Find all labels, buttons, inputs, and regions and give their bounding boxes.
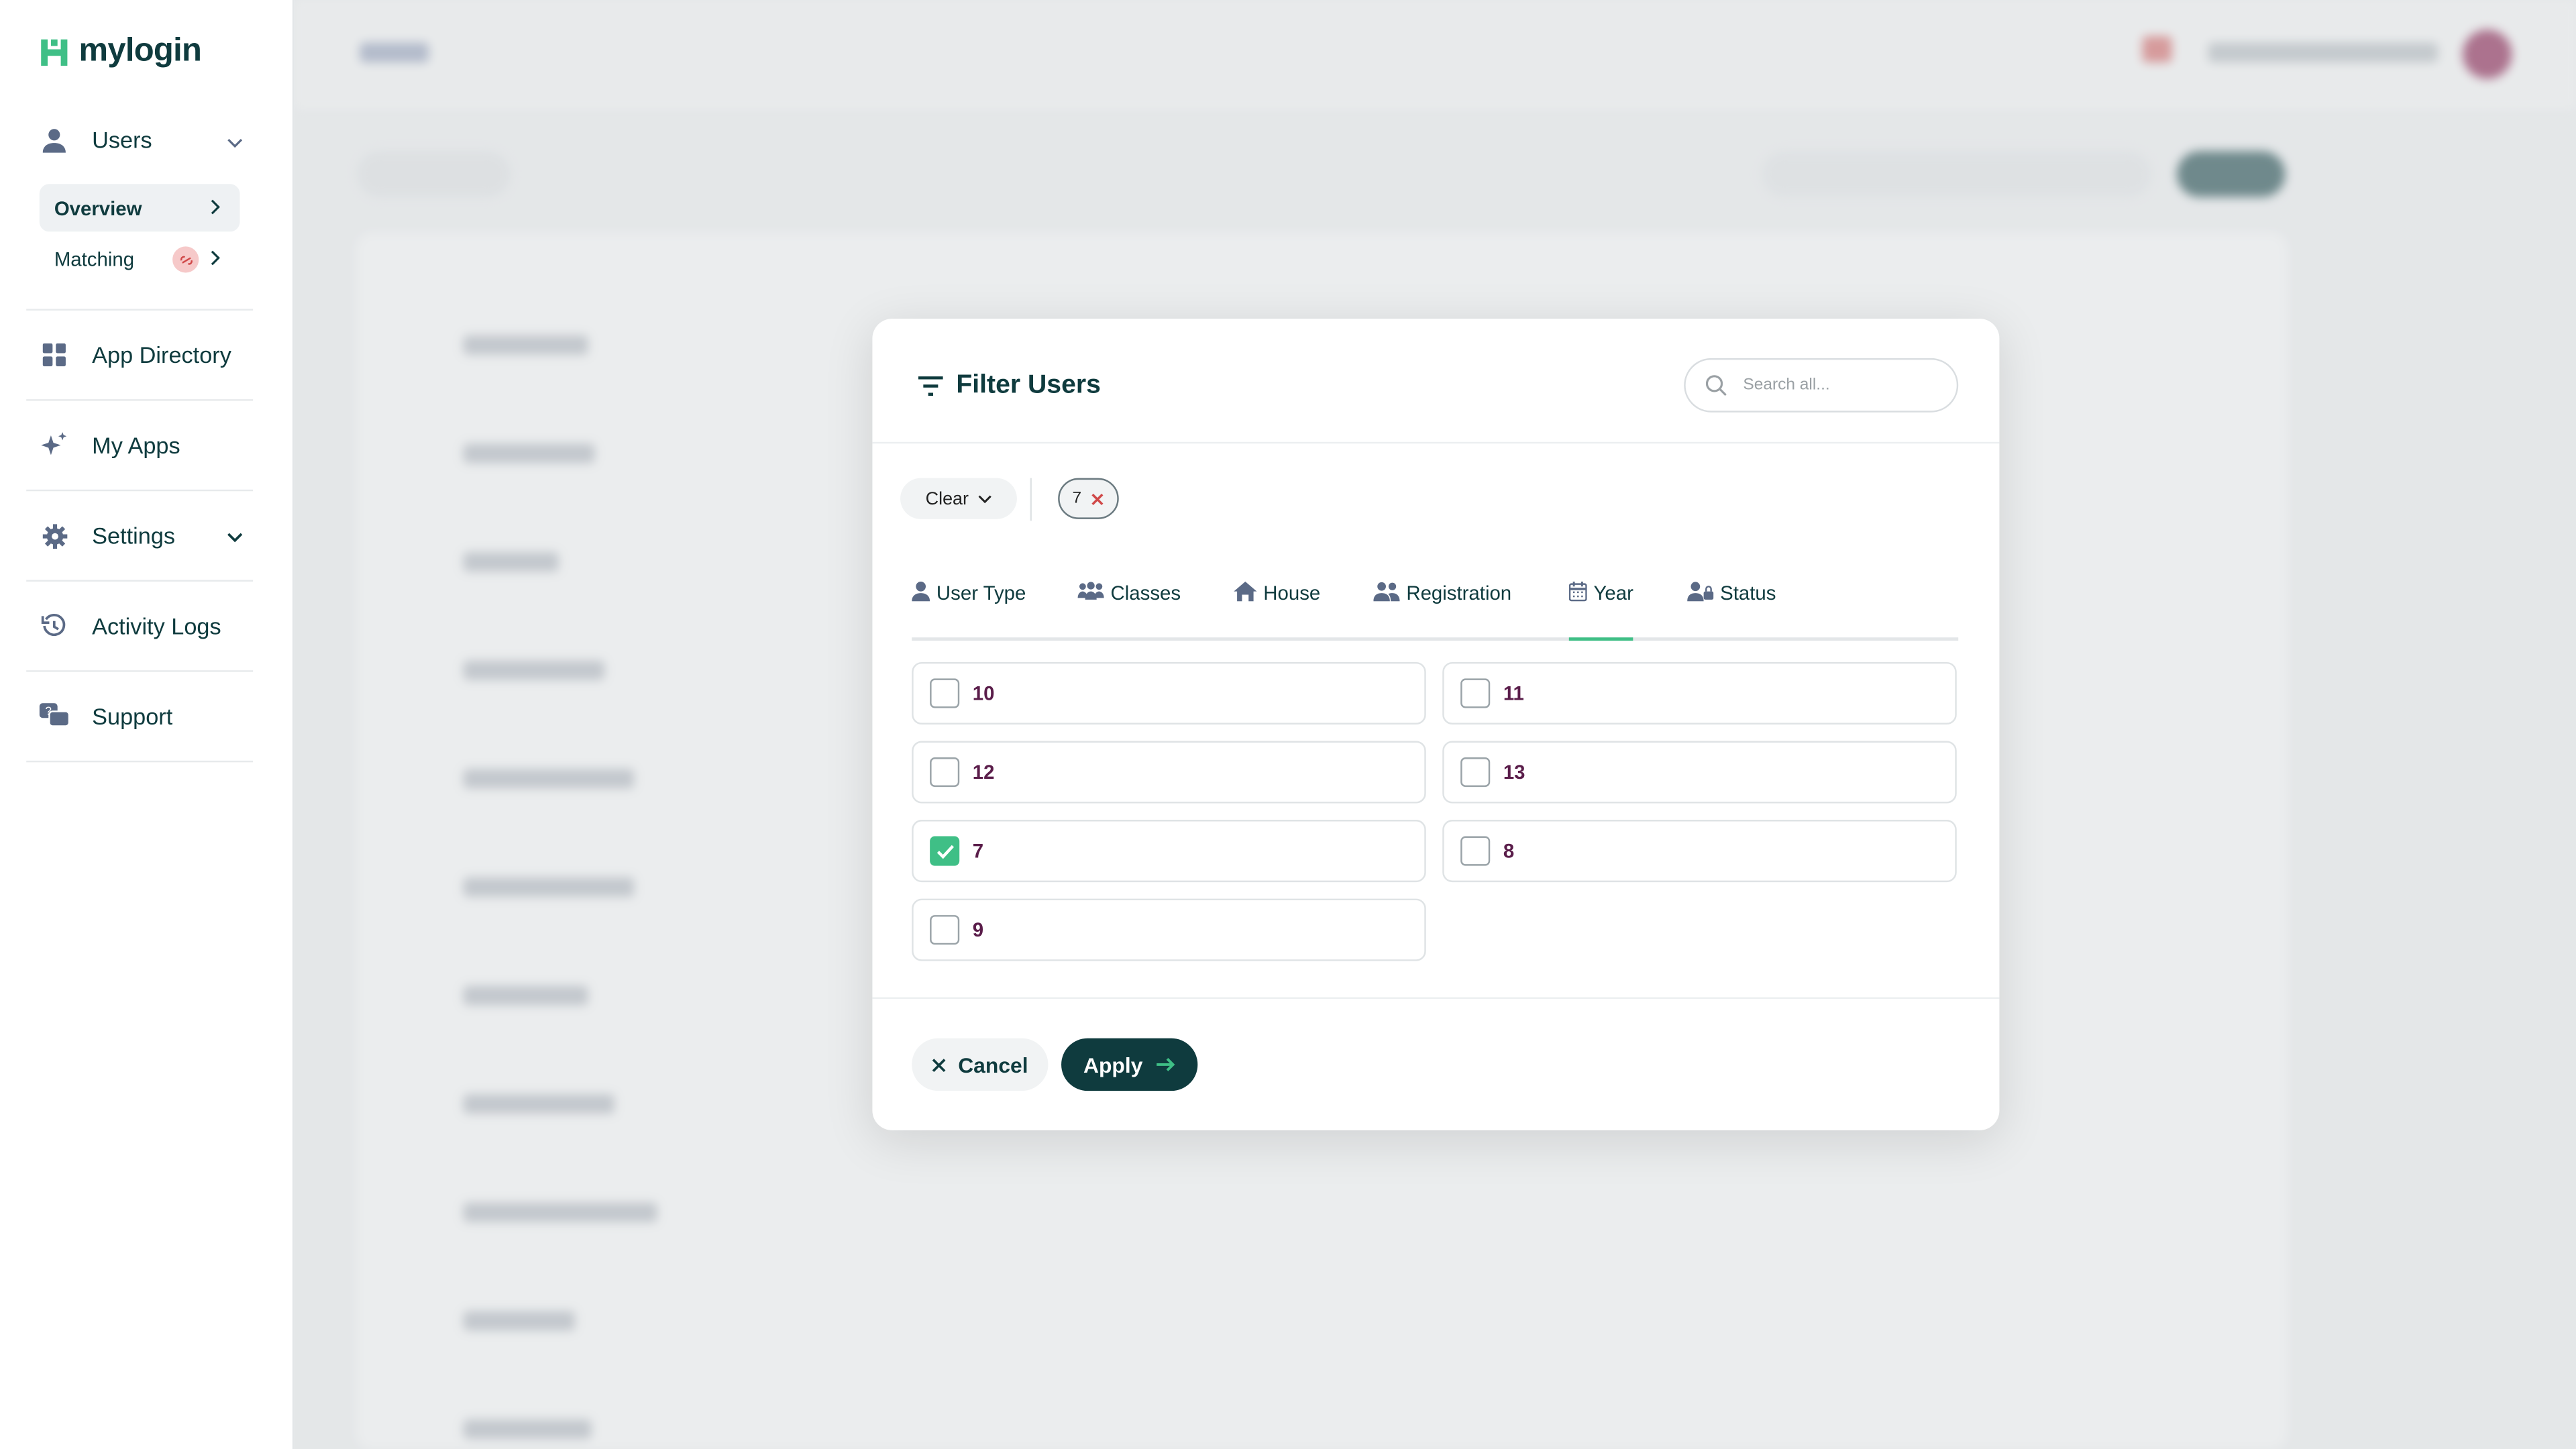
- option-label: 8: [1503, 839, 1515, 863]
- clear-dropdown-button[interactable]: Clear: [900, 478, 1017, 519]
- checkbox[interactable]: [930, 678, 960, 708]
- chip-separator: [1030, 478, 1032, 521]
- tab-label: User Type: [936, 581, 1026, 605]
- year-option-10[interactable]: 10: [912, 661, 1426, 725]
- sidebar-divider: [26, 760, 254, 763]
- chevron-down-icon: [977, 495, 991, 504]
- option-label: 11: [1503, 682, 1524, 705]
- filter-icon: [918, 376, 943, 396]
- option-label: 12: [972, 760, 995, 784]
- sidebar-item-label: My Apps: [92, 432, 180, 459]
- sidebar-divider: [26, 580, 254, 582]
- apply-label: Apply: [1083, 1052, 1143, 1077]
- tab-label: Registration: [1406, 581, 1512, 605]
- search-icon: [1705, 375, 1727, 396]
- checkbox[interactable]: [930, 915, 960, 945]
- filter-tabs: User Type Classes House Registration Yea…: [912, 581, 1959, 641]
- filter-users-modal: Filter Users Clear 7 User Type Classes: [872, 319, 2000, 1130]
- sidebar-divider: [26, 670, 254, 672]
- sidebar-subitem-overview-label: Overview: [54, 197, 142, 221]
- calendar-icon: [1568, 581, 1587, 602]
- gear-icon: [40, 521, 69, 550]
- tab-classes[interactable]: Classes: [1077, 581, 1181, 637]
- tab-label: Status: [1720, 581, 1776, 605]
- history-icon: [40, 611, 69, 641]
- tab-label: House: [1263, 581, 1321, 605]
- option-label: 13: [1503, 760, 1525, 784]
- sidebar-item-activity-logs[interactable]: Activity Logs: [40, 611, 221, 641]
- checkbox[interactable]: [1460, 757, 1491, 788]
- sidebar-divider: [26, 399, 254, 401]
- chevron-right-icon: [211, 199, 220, 215]
- sidebar-item-support[interactable]: ? Support: [39, 702, 173, 731]
- logo-icon: [41, 38, 68, 65]
- chevron-right-icon[interactable]: [207, 250, 223, 266]
- sidebar-item-settings[interactable]: Settings: [40, 521, 175, 550]
- option-label: 7: [972, 839, 984, 863]
- tab-user-type[interactable]: User Type: [912, 581, 1026, 637]
- cancel-button[interactable]: Cancel: [912, 1038, 1049, 1091]
- sparkle-icon: [40, 431, 69, 460]
- checkbox[interactable]: [930, 757, 960, 788]
- year-option-7[interactable]: 7: [912, 820, 1426, 883]
- sidebar-divider: [26, 489, 254, 492]
- person-icon: [40, 125, 69, 154]
- sidebar-item-label: Settings: [92, 522, 176, 549]
- chevron-down-icon[interactable]: [227, 135, 243, 151]
- tab-year[interactable]: Year: [1568, 581, 1634, 641]
- close-icon[interactable]: [1091, 492, 1105, 505]
- user-lock-icon: [1687, 582, 1714, 602]
- modal-divider: [872, 997, 2000, 999]
- arrow-right-icon: [1156, 1057, 1175, 1071]
- search-all-field[interactable]: [1684, 358, 1959, 413]
- person-icon: [912, 581, 930, 602]
- sidebar-item-label: Support: [92, 703, 173, 730]
- year-option-11[interactable]: 11: [1442, 661, 1957, 725]
- app-logo[interactable]: mylogin: [40, 32, 202, 70]
- chip-label: 7: [1072, 489, 1082, 508]
- active-filter-chip: 7: [1058, 478, 1119, 519]
- sidebar-subitem-matching[interactable]: Matching: [54, 248, 134, 271]
- group-icon: [1077, 582, 1104, 600]
- close-icon: [932, 1058, 946, 1071]
- sidebar-divider: [26, 309, 254, 311]
- sidebar-item-label: Users: [92, 126, 152, 153]
- sidebar-item-label: Activity Logs: [92, 612, 221, 639]
- sidebar-item-app-directory[interactable]: App Directory: [40, 340, 231, 370]
- checkbox[interactable]: [1460, 678, 1491, 708]
- year-option-13[interactable]: 13: [1442, 741, 1957, 804]
- option-label: 9: [972, 918, 984, 942]
- year-option-12[interactable]: 12: [912, 741, 1426, 804]
- clear-label: Clear: [925, 488, 969, 508]
- svg-text:?: ?: [45, 704, 52, 717]
- apply-button[interactable]: Apply: [1061, 1038, 1198, 1091]
- link-alert-icon: [172, 246, 199, 273]
- sidebar-item-label: App Directory: [92, 341, 231, 368]
- modal-header: Filter Users: [918, 371, 1101, 400]
- people-icon: [1373, 582, 1400, 602]
- tab-status[interactable]: Status: [1687, 582, 1776, 637]
- modal-divider: [872, 441, 2000, 444]
- house-icon: [1234, 581, 1257, 602]
- option-label: 10: [972, 682, 995, 705]
- year-option-9[interactable]: 9: [912, 898, 1426, 961]
- app-name: mylogin: [78, 32, 202, 69]
- tab-house[interactable]: House: [1234, 581, 1321, 637]
- chevron-down-icon[interactable]: [227, 529, 243, 545]
- checkbox[interactable]: [1460, 836, 1491, 866]
- year-option-8[interactable]: 8: [1442, 820, 1957, 883]
- tab-label: Classes: [1110, 581, 1181, 605]
- grid-icon: [40, 340, 69, 370]
- sidebar-item-my-apps[interactable]: My Apps: [40, 431, 180, 460]
- tab-registration[interactable]: Registration: [1373, 582, 1511, 637]
- modal-title: Filter Users: [956, 371, 1101, 400]
- search-input[interactable]: [1739, 374, 1927, 396]
- support-chat-icon: ?: [39, 702, 69, 731]
- sidebar: mylogin Users Overview Matching App Dire…: [0, 0, 294, 1449]
- tab-label: Year: [1593, 581, 1633, 605]
- cancel-label: Cancel: [958, 1052, 1028, 1077]
- checkbox-checked[interactable]: [930, 836, 960, 866]
- checkmark-icon: [936, 844, 953, 859]
- sidebar-item-users[interactable]: Users: [40, 125, 152, 154]
